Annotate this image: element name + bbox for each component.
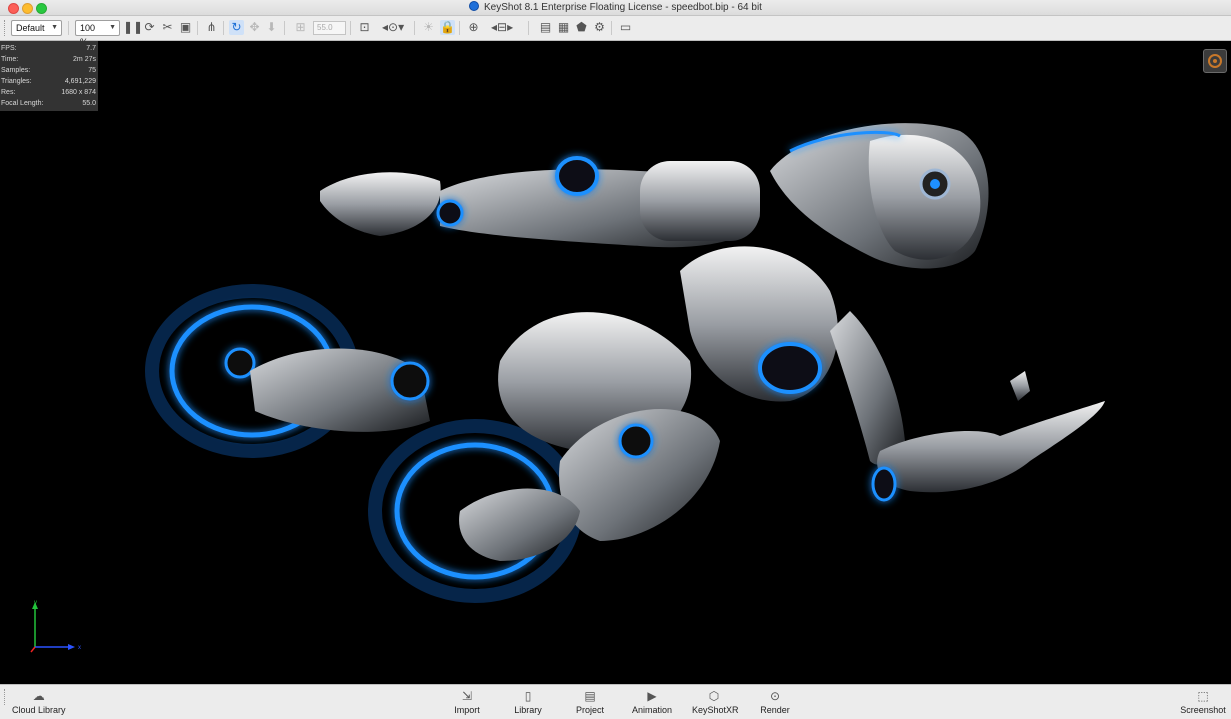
title-bar: KeyShot 8.1 Enterprise Floating License …: [0, 0, 1231, 16]
stat-value: 75: [88, 67, 96, 74]
stat-value: 1680 x 874: [61, 89, 96, 96]
camera-select[interactable]: Default ▼: [11, 20, 62, 36]
textures-icon[interactable]: ⚙: [592, 20, 607, 35]
stat-label: Time:: [1, 56, 19, 63]
toolbar-divider: [528, 21, 529, 35]
studio-icon[interactable]: ◂⊟▸: [491, 20, 513, 35]
cloud-library-button[interactable]: ☁ Cloud Library: [12, 689, 66, 715]
render-stats-overlay: FPS: 7.7 Time: 2m 27s Samples: 75 Triangles…: [0, 41, 98, 111]
dolly-icon[interactable]: ⬇: [264, 20, 279, 35]
import-label: Import: [454, 705, 480, 715]
robot-render-image: [145, 123, 1105, 603]
render-viewport[interactable]: FPS: 7.7 Time: 2m 27s Samples: 75 Triangles…: [0, 41, 1231, 683]
toolbar-divider: [611, 21, 612, 35]
render-button[interactable]: ⊙ Render: [760, 689, 790, 715]
geometry-view-icon[interactable]: ▣: [178, 20, 193, 35]
toolbar-divider: [350, 21, 351, 35]
xr-icon: ⬡: [708, 689, 720, 703]
stat-label: Res:: [1, 89, 16, 96]
toolbar-divider: [68, 21, 69, 35]
stat-value: 55.0: [82, 100, 96, 107]
keyshot-logo-icon: [469, 1, 480, 11]
window-title: KeyShot 8.1 Enterprise Floating License …: [484, 2, 762, 13]
bottom-ribbon: ☁ Cloud Library ⇲ Import ▯ Library ▤ Pro…: [0, 684, 1231, 719]
axis-gizmo: y x: [30, 600, 81, 653]
zoom-select[interactable]: 100 % ▼: [75, 20, 120, 47]
stat-value: 7.7: [86, 45, 96, 52]
sun-icon[interactable]: ☀: [421, 20, 436, 35]
library-button[interactable]: ▯ Library: [513, 689, 543, 715]
project-icon: ▤: [584, 689, 596, 703]
import-icon: ⇲: [461, 689, 473, 703]
toolbar-divider: [223, 21, 224, 35]
stat-label: FPS:: [1, 45, 17, 52]
screenshot-label: Screenshot: [1180, 705, 1226, 715]
add-camera-icon[interactable]: ⊡: [357, 20, 372, 35]
chevron-down-icon: ▼: [51, 24, 58, 31]
stat-triangles: Triangles: 4,691,229: [0, 76, 98, 87]
animation-label: Animation: [632, 705, 673, 715]
tumble-icon[interactable]: ⋔: [204, 20, 219, 35]
add-sun-icon[interactable]: ⊕: [466, 20, 481, 35]
rotate-icon[interactable]: ↻: [229, 20, 244, 35]
project-label: Project: [575, 705, 604, 715]
environments-icon[interactable]: ⬟: [574, 20, 589, 35]
toolbar-grip[interactable]: [4, 20, 7, 36]
cloud-library-label: Cloud Library: [12, 705, 66, 715]
library-label: Library: [514, 705, 542, 715]
project-button[interactable]: ▤ Project: [575, 689, 605, 715]
lock-camera-icon[interactable]: ⊞: [293, 20, 308, 35]
stat-value: 4,691,229: [64, 78, 96, 85]
toolbar-divider: [459, 21, 460, 35]
lock-environment-icon[interactable]: 🔒: [440, 20, 455, 35]
toolbar-divider: [414, 21, 415, 35]
pan-icon[interactable]: ✥: [247, 20, 262, 35]
play-icon: ▶: [647, 689, 657, 703]
render-icon: ⊙: [769, 689, 781, 703]
screenshot-icon: ⬚: [1197, 689, 1209, 703]
stat-time: Time: 2m 27s: [0, 54, 98, 65]
scene-tree-icon[interactable]: ▤: [538, 20, 553, 35]
window-title-container: KeyShot 8.1 Enterprise Floating License …: [0, 1, 1231, 14]
render-label: Render: [760, 705, 790, 715]
animation-button[interactable]: ▶ Animation: [632, 689, 672, 715]
stat-resolution: Res: 1680 x 874: [0, 87, 98, 98]
keyshotxr-button[interactable]: ⬡ KeyShotXR: [692, 689, 739, 715]
stat-label: Samples:: [1, 67, 31, 74]
toolbar-divider: [284, 21, 285, 35]
presentation-icon[interactable]: ▭: [618, 20, 633, 35]
chevron-down-icon: ▼: [109, 24, 116, 31]
materials-icon[interactable]: ▦: [556, 20, 571, 35]
pause-icon[interactable]: ❚❚: [123, 20, 143, 35]
toolbar: Default ▼ 100 % ▼ ❚❚ ⟳ ✂ ▣ ⋔ ↻ ✥ ⬇ ⊞ 55.…: [0, 16, 1231, 47]
import-button[interactable]: ⇲ Import: [452, 689, 482, 715]
focal-length-field[interactable]: 55.0: [313, 21, 346, 35]
axis-x-label: x: [78, 645, 81, 651]
screenshot-button[interactable]: ⬚ Screenshot: [1180, 689, 1226, 715]
region-icon[interactable]: ✂: [160, 20, 175, 35]
cloud-icon: ☁: [32, 689, 45, 703]
stat-label: Triangles:: [1, 78, 32, 85]
stat-label: Focal Length:: [1, 100, 44, 107]
performance-mode-icon[interactable]: ⟳: [142, 20, 157, 35]
stat-fps: FPS: 7.7: [0, 43, 98, 54]
keyshotxr-label: KeyShotXR: [692, 705, 739, 715]
viewport-settings-button[interactable]: [1203, 49, 1227, 73]
stat-samples: Samples: 75: [0, 65, 98, 76]
gear-icon: [1208, 54, 1222, 68]
axis-y-label: y: [34, 600, 37, 606]
screenshot-tool-icon[interactable]: ◂⊙▾: [382, 20, 404, 35]
ribbon-grip[interactable]: [4, 689, 7, 705]
toolbar-divider: [197, 21, 198, 35]
camera-select-value: Default: [16, 23, 45, 33]
stat-focal-length: Focal Length: 55.0: [0, 98, 98, 109]
stat-value: 2m 27s: [73, 56, 96, 63]
book-icon: ▯: [524, 689, 532, 703]
